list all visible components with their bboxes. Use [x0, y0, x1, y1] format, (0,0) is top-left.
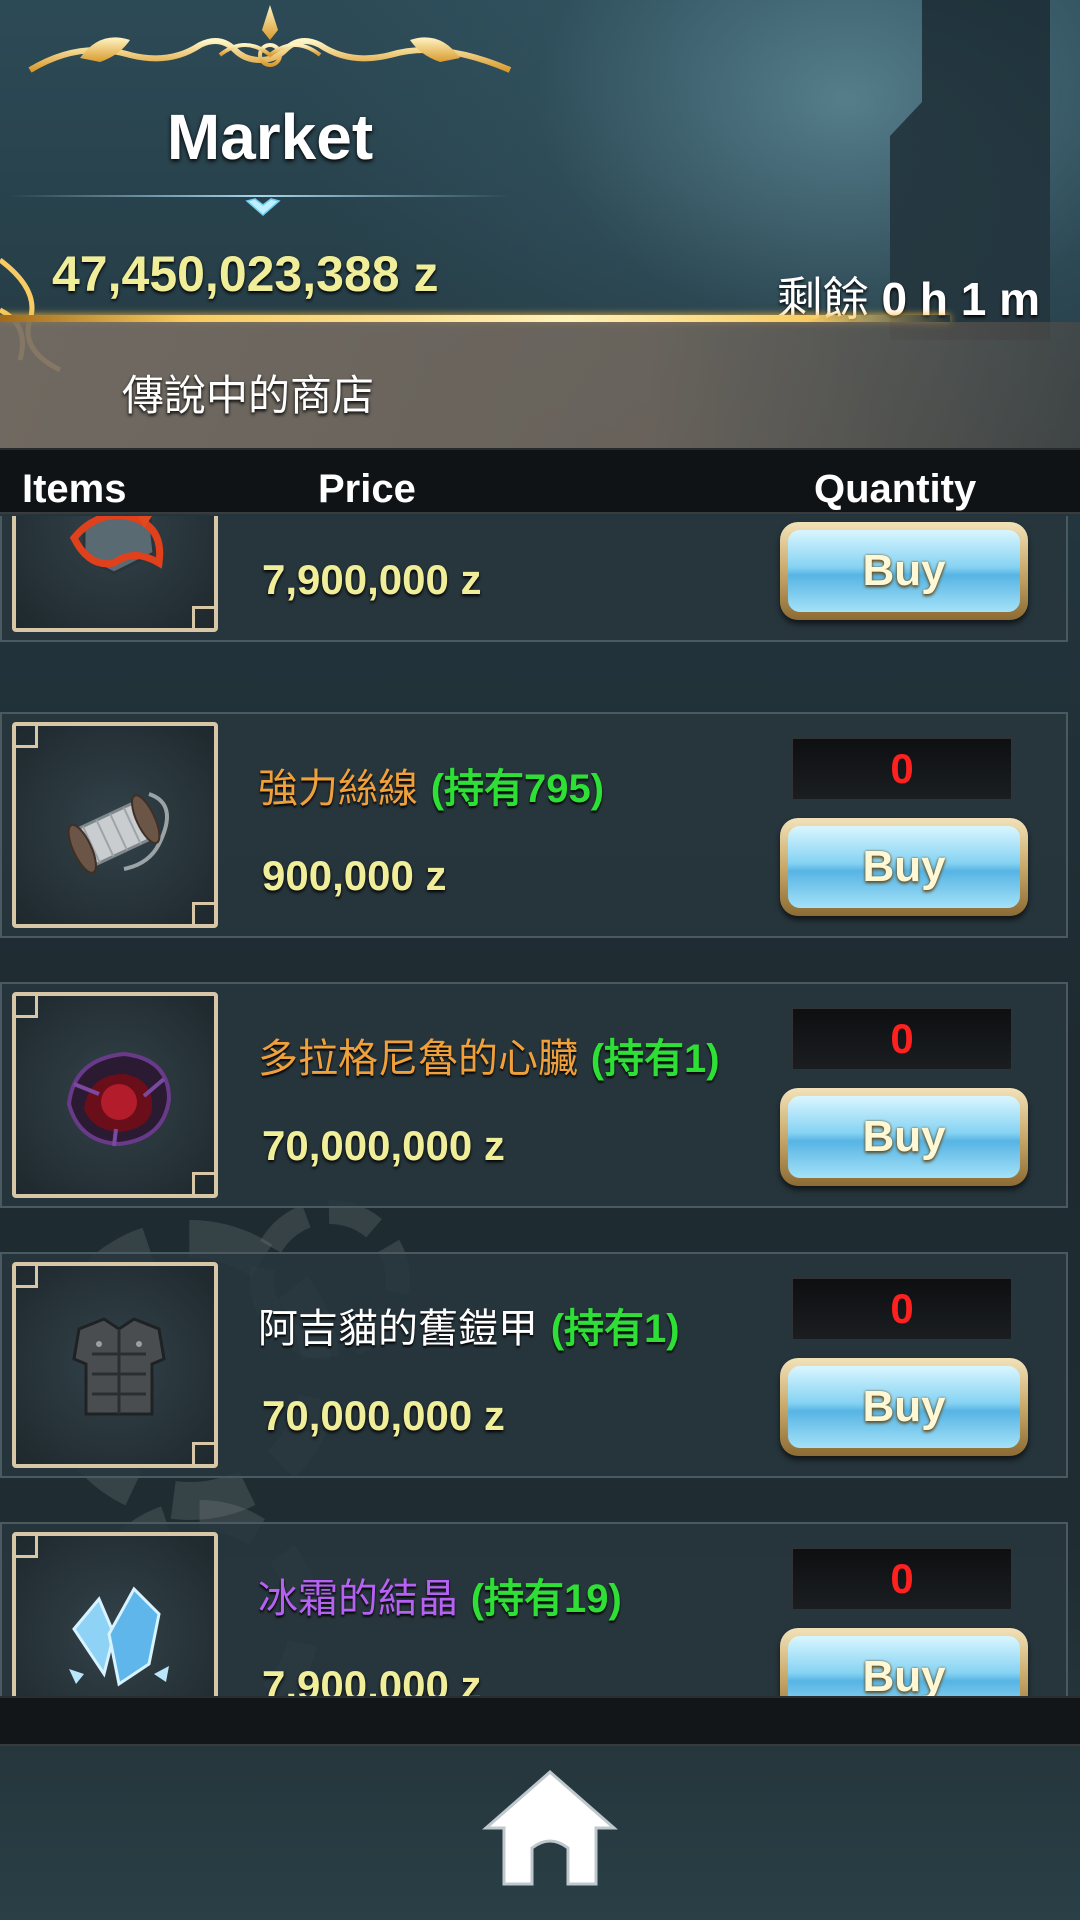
dragon-heart-icon	[66, 1051, 172, 1147]
buy-button[interactable]: Buy	[780, 1628, 1028, 1696]
buy-button-label: Buy	[788, 530, 1020, 612]
list-bottom-bar	[0, 1696, 1080, 1746]
column-header-bar: Items Price Quantity	[0, 448, 1080, 514]
item-name: 冰霜的結晶 (持有19)	[258, 1576, 622, 1622]
buy-button-label: Buy	[788, 1366, 1020, 1448]
item-price: 900,000 z	[262, 852, 447, 899]
buy-button-label: Buy	[788, 826, 1020, 908]
item-name: 強力絲線 (持有795)	[258, 766, 605, 812]
quantity-field[interactable]: 0	[792, 1008, 1012, 1070]
fire-crystal-icon	[69, 516, 164, 575]
list-item: 冰霜的結晶 (持有19) 7,900,000 z 0 Buy	[0, 1522, 1068, 1696]
buy-button[interactable]: Buy	[780, 818, 1028, 916]
item-price: 7,900,000 z	[262, 556, 482, 603]
item-frame	[12, 516, 218, 632]
list-item: 強力絲線 (持有795) 900,000 z 0 Buy	[0, 712, 1068, 938]
quantity-field[interactable]: 0	[792, 1278, 1012, 1340]
buy-button-label: Buy	[788, 1096, 1020, 1178]
quantity-field[interactable]: 0	[792, 1548, 1012, 1610]
header-divider	[0, 315, 950, 322]
item-frame	[12, 992, 218, 1198]
buy-button[interactable]: Buy	[780, 1088, 1028, 1186]
shop-name: 傳說中的商店	[122, 371, 375, 420]
item-list[interactable]: 7,900,000 z Buy 強力絲線 (持有795) 900,000 z 0…	[0, 516, 1080, 1696]
column-header-quantity: Quantity	[814, 467, 977, 511]
list-item: 7,900,000 z Buy	[0, 516, 1068, 642]
item-name: 多拉格尼魯的心臟 (持有1)	[258, 1036, 720, 1082]
item-frame	[12, 1532, 218, 1696]
page-title: Market	[166, 101, 374, 173]
buy-button[interactable]: Buy	[780, 522, 1028, 620]
buy-button-label: Buy	[788, 1636, 1020, 1696]
item-price: 70,000,000 z	[262, 1122, 505, 1169]
home-icon[interactable]	[482, 1768, 618, 1888]
armor-icon	[72, 1317, 166, 1416]
ice-crystal-icon	[69, 1586, 169, 1687]
quantity-field[interactable]: 0	[792, 738, 1012, 800]
item-frame	[12, 722, 218, 928]
item-frame	[12, 1262, 218, 1468]
thread-spool-icon	[67, 792, 169, 874]
gem-icon	[245, 198, 281, 216]
item-name: 阿吉貓的舊鎧甲 (持有1)	[258, 1306, 680, 1352]
buy-button[interactable]: Buy	[780, 1358, 1028, 1456]
column-header-items: Items	[22, 467, 127, 511]
title-ornament-icon	[28, 5, 512, 105]
market-header: Market 47,450,023,388 z 剩餘 0 h 1 m	[0, 0, 1080, 373]
item-price: 70,000,000 z	[262, 1392, 505, 1439]
list-item: 多拉格尼魯的心臟 (持有1) 70,000,000 z 0 Buy	[0, 982, 1068, 1208]
item-price: 7,900,000 z	[262, 1662, 482, 1696]
column-header-price: Price	[318, 467, 416, 511]
list-item: 阿吉貓的舊鎧甲 (持有1) 70,000,000 z 0 Buy	[0, 1252, 1068, 1478]
